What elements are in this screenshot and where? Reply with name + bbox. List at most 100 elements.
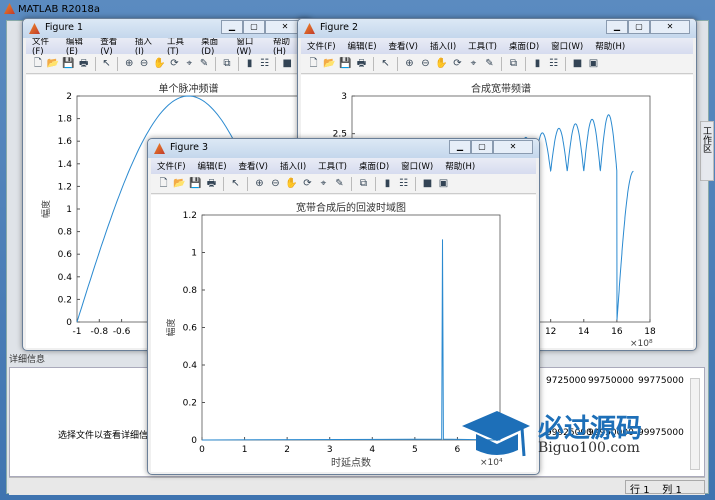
pointer-icon[interactable]: ↖	[229, 177, 242, 190]
figure-toolbar: 🗋📂💾🖶 ↖ ⊕⊖✋⟳⌖✎ ⧉ ▮☷ ■▣	[151, 174, 536, 194]
zoom-out-icon[interactable]: ⊖	[419, 57, 432, 70]
menu-item[interactable]: 工具(T)	[167, 35, 189, 57]
menu-item[interactable]: 插入(I)	[280, 160, 306, 172]
link-icon[interactable]: ⧉	[507, 57, 520, 70]
new-file-icon[interactable]: 🗋	[157, 177, 170, 190]
menu-item[interactable]: 编辑(E)	[348, 40, 377, 52]
minimize-button[interactable]: ▁	[606, 20, 628, 34]
menu-item[interactable]: 窗口(W)	[401, 160, 433, 172]
workspace-tab[interactable]: 工作区	[700, 121, 714, 181]
close-button[interactable]: ✕	[650, 20, 690, 34]
watermark: 必过源码 Biguo100.com	[462, 408, 692, 468]
save-icon[interactable]: 💾	[62, 57, 74, 70]
zoom-out-icon[interactable]: ⊖	[138, 57, 150, 70]
colorbar-icon[interactable]: ▮	[381, 177, 394, 190]
menu-item[interactable]: 文件(F)	[307, 40, 336, 52]
maximize-button[interactable]: ▢	[471, 140, 493, 154]
y-tick-label: 0.4	[183, 361, 198, 371]
link-icon[interactable]: ⧉	[357, 177, 370, 190]
minimize-button[interactable]: ▁	[221, 20, 243, 34]
app-title: MATLAB R2018a	[18, 4, 101, 15]
legend-icon[interactable]: ☷	[397, 177, 410, 190]
y-tick-label: 0.2	[58, 295, 72, 305]
open-icon[interactable]: 📂	[47, 57, 59, 70]
print-icon[interactable]: 🖶	[205, 177, 218, 190]
toolbar-separator	[237, 56, 239, 71]
x-axis-label: 时延点数	[331, 456, 371, 469]
new-file-icon[interactable]: 🗋	[32, 57, 44, 70]
zoom-in-icon[interactable]: ⊕	[123, 57, 135, 70]
colorbar-icon[interactable]: ▮	[531, 57, 544, 70]
minimize-button[interactable]: ▁	[449, 140, 471, 154]
y-tick-label: 1.6	[58, 137, 73, 147]
menu-item[interactable]: 工具(T)	[318, 160, 347, 172]
menu-item[interactable]: 查看(V)	[389, 40, 418, 52]
hide-tools-icon[interactable]: ■	[571, 57, 584, 70]
menu-item[interactable]: 桌面(D)	[509, 40, 539, 52]
menu-item[interactable]: 桌面(D)	[201, 35, 224, 57]
zoom-in-icon[interactable]: ⊕	[403, 57, 416, 70]
menu-item[interactable]: 桌面(D)	[359, 160, 389, 172]
y-tick-label: 1	[191, 249, 197, 259]
value-cell: 99775000	[638, 376, 684, 386]
menu-item[interactable]: 插入(I)	[135, 35, 155, 57]
menu-item[interactable]: 编辑(E)	[66, 35, 88, 57]
value-cell: 99750000	[588, 376, 634, 386]
pan-icon[interactable]: ✋	[153, 57, 165, 70]
legend-icon[interactable]: ☷	[259, 57, 271, 70]
menu-item[interactable]: 编辑(E)	[198, 160, 227, 172]
rotate-icon[interactable]: ⟳	[168, 57, 180, 70]
menu-item[interactable]: 窗口(W)	[551, 40, 583, 52]
matlab-logo-icon	[4, 3, 15, 14]
save-icon[interactable]: 💾	[189, 177, 202, 190]
rotate-icon[interactable]: ⟳	[451, 57, 464, 70]
maximize-button[interactable]: ▢	[628, 20, 650, 34]
pan-icon[interactable]: ✋	[285, 177, 298, 190]
pointer-icon[interactable]: ↖	[379, 57, 392, 70]
figure-title-bar[interactable]: Figure 2 ▁ ▢ ✕	[298, 19, 696, 38]
menu-item[interactable]: 工具(T)	[468, 40, 497, 52]
zoom-in-icon[interactable]: ⊕	[253, 177, 266, 190]
menu-item[interactable]: 窗口(W)	[236, 35, 261, 57]
open-icon[interactable]: 📂	[323, 57, 336, 70]
brush-icon[interactable]: ✎	[333, 177, 346, 190]
link-icon[interactable]: ⧉	[221, 57, 233, 70]
rotate-icon[interactable]: ⟳	[301, 177, 314, 190]
menu-item[interactable]: 帮助(H)	[595, 40, 625, 52]
brush-icon[interactable]: ✎	[483, 57, 496, 70]
data-cursor-icon[interactable]: ⌖	[317, 177, 330, 190]
toolbar-separator	[501, 56, 502, 71]
close-button[interactable]: ✕	[493, 140, 533, 154]
open-icon[interactable]: 📂	[173, 177, 186, 190]
menu-item[interactable]: 查看(V)	[239, 160, 268, 172]
data-cursor-icon[interactable]: ⌖	[467, 57, 480, 70]
menu-item[interactable]: 插入(I)	[430, 40, 456, 52]
figure-title-bar[interactable]: Figure 3 ▁ ▢ ✕	[148, 139, 539, 158]
menu-item[interactable]: 文件(F)	[32, 35, 54, 57]
data-cursor-icon[interactable]: ⌖	[183, 57, 195, 70]
hide-tools-icon[interactable]: ■	[421, 177, 434, 190]
menu-item[interactable]: 帮助(H)	[445, 160, 475, 172]
dock-icon[interactable]: ▣	[437, 177, 450, 190]
print-icon[interactable]: 🖶	[355, 57, 368, 70]
pan-icon[interactable]: ✋	[435, 57, 448, 70]
toolbar-separator	[117, 56, 119, 71]
print-icon[interactable]: 🖶	[78, 57, 90, 70]
select-file-message: 选择文件以查看详细信息	[58, 431, 158, 441]
maximize-button[interactable]: ▢	[243, 20, 265, 34]
menu-item[interactable]: 帮助(H)	[273, 35, 296, 57]
menu-bar: 文件(F) 编辑(E) 查看(V) 插入(I) 工具(T) 桌面(D) 窗口(W) 帮助(H)	[26, 35, 308, 57]
legend-icon[interactable]: ☷	[547, 57, 560, 70]
menu-item[interactable]: 查看(V)	[100, 35, 123, 57]
x-tick-label: 12	[545, 327, 556, 337]
zoom-out-icon[interactable]: ⊖	[269, 177, 282, 190]
hide-tools-icon[interactable]: ■	[281, 57, 293, 70]
figure-title-bar[interactable]: Figure 1 ▁ ▢ ✕	[23, 19, 311, 38]
new-file-icon[interactable]: 🗋	[307, 57, 320, 70]
colorbar-icon[interactable]: ▮	[244, 57, 256, 70]
pointer-icon[interactable]: ↖	[101, 57, 113, 70]
menu-item[interactable]: 文件(F)	[157, 160, 186, 172]
dock-icon[interactable]: ▣	[587, 57, 600, 70]
brush-icon[interactable]: ✎	[198, 57, 210, 70]
save-icon[interactable]: 💾	[339, 57, 352, 70]
